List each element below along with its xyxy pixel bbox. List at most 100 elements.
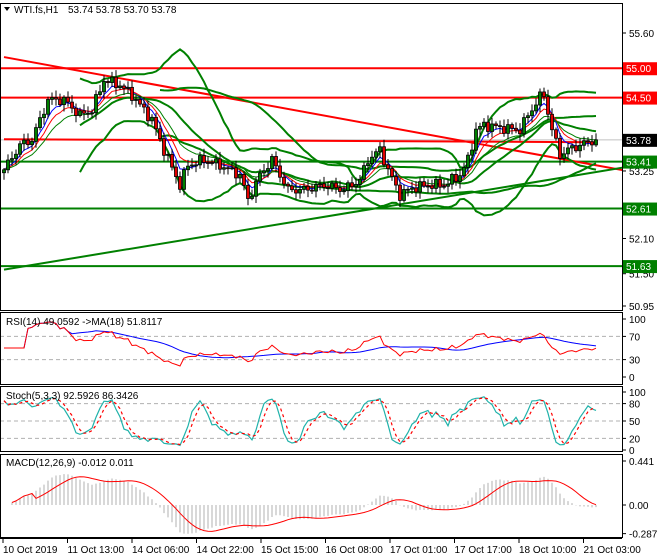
stoch-tick-label: 20 (629, 434, 641, 445)
price-tick-label: 55.60 (629, 29, 654, 40)
level-price-label: 52.61 (623, 202, 657, 216)
candle-body (334, 182, 338, 189)
candle-body (66, 96, 70, 103)
candle-body (502, 126, 506, 134)
candle-body (350, 182, 354, 188)
chart-header: WTI.fs,H1 53.74 53.78 53.70 53.78 (4, 5, 177, 16)
candle-body (422, 181, 426, 187)
candle-body (166, 153, 170, 156)
candle-body (290, 185, 294, 191)
candle-body (362, 165, 366, 180)
price-tick-label: 50.95 (629, 302, 654, 313)
candle-body (34, 127, 38, 142)
candle-body (434, 178, 438, 189)
candle-body (414, 187, 418, 193)
candle-body (194, 164, 198, 167)
current-price-label: 53.78 (626, 136, 651, 147)
candle-body (410, 187, 414, 190)
candle-body (146, 106, 150, 122)
candle-body (262, 170, 266, 174)
rsi-tick-label: 0 (629, 373, 635, 384)
candle-body (586, 140, 590, 143)
candle-body (558, 137, 562, 159)
candle-body (106, 81, 110, 84)
candle-body (518, 129, 522, 135)
candle-body (462, 167, 466, 177)
candle-body (278, 165, 282, 178)
candle-body (86, 112, 90, 115)
time-tick-label: 16 Oct 08:00 (326, 545, 384, 556)
candle-body (302, 185, 306, 190)
candle-body (58, 98, 62, 106)
candle-body (62, 96, 66, 106)
candle-body (6, 159, 10, 171)
stoch-tick-label: 0 (629, 446, 635, 457)
candle-body (286, 183, 290, 187)
candle-body (122, 85, 126, 89)
candle-body (530, 110, 534, 117)
candle-body (22, 139, 26, 145)
stoch-tick-label: 100 (629, 388, 646, 399)
price-tick-label: 52.10 (629, 234, 654, 245)
candle-body (402, 189, 406, 201)
candle-body (158, 128, 162, 140)
candle-body (98, 91, 102, 95)
candle-body (454, 173, 458, 182)
candle-body (514, 127, 518, 131)
candle-body (458, 175, 462, 182)
candle-body (186, 165, 190, 171)
candle-body (210, 162, 214, 164)
candle-body (506, 124, 510, 134)
candle-body (542, 91, 546, 98)
stoch-title: Stoch(5,3,3) 92.5926 86.3426 (6, 391, 139, 402)
candle-body (258, 172, 262, 182)
candle-body (390, 168, 394, 177)
candle-body (406, 188, 410, 191)
candle-body (494, 123, 498, 127)
candle-body (130, 86, 134, 101)
candle-body (398, 184, 402, 201)
candle-body (42, 113, 46, 119)
level-label-text: 53.41 (626, 158, 651, 169)
macd-tick-label: 0.441 (629, 457, 654, 468)
candle-body (314, 184, 318, 192)
candle-body (330, 182, 334, 189)
candle-body (246, 184, 250, 199)
candle-body (142, 103, 146, 108)
candle-body (486, 121, 490, 132)
candle-body (354, 183, 358, 188)
stoch-tick-label: 80 (629, 400, 641, 411)
time-tick-label: 18 Oct 10:00 (519, 545, 577, 556)
rsi-tick-label: 30 (629, 356, 641, 367)
candle-body (382, 146, 386, 166)
candle-body (578, 144, 582, 152)
candle-body (126, 86, 130, 89)
candle-body (442, 185, 446, 188)
candle-body (174, 166, 178, 177)
candle-body (566, 147, 570, 155)
macd-tick-label: -0.287 (629, 530, 658, 541)
candle-body (526, 115, 530, 119)
ohlc-values: 53.74 53.78 53.70 53.78 (68, 5, 177, 16)
candle-body (490, 123, 494, 132)
macd-tick-label: 0.00 (629, 501, 649, 512)
candle-body (114, 76, 118, 89)
level-label-text: 52.61 (626, 205, 651, 216)
candle-body (26, 139, 30, 146)
candle-body (582, 140, 586, 146)
level-label-text: 54.50 (626, 94, 651, 105)
candle-body (38, 117, 42, 129)
time-tick-label: 17 Oct 17:00 (455, 545, 513, 556)
candle-body (370, 156, 374, 165)
candle-body (310, 189, 314, 192)
time-tick-label: 10 Oct 2019 (3, 545, 58, 556)
candle-body (214, 158, 218, 164)
candle-body (226, 167, 230, 170)
candle-body (478, 126, 482, 130)
candle-body (594, 139, 598, 146)
trading-chart[interactable]: 55.6053.2552.1051.5050.9555.0054.5053.41… (0, 0, 660, 560)
macd-title: MACD(12,26,9) -0.012 0.011 (6, 458, 134, 469)
candle[interactable] (270, 153, 274, 171)
candle-body (254, 180, 258, 197)
level-price-label: 53.41 (623, 155, 657, 169)
